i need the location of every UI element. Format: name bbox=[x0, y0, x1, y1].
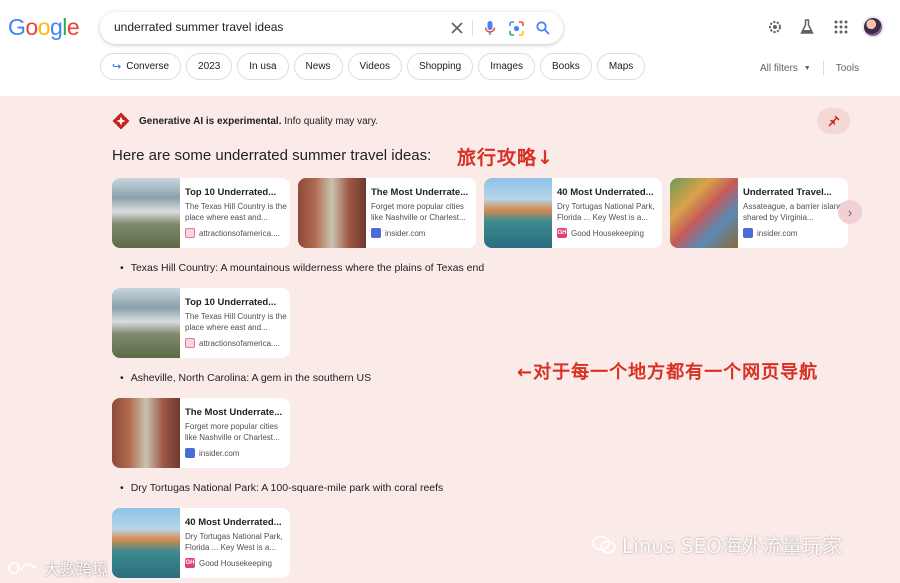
card-snippet: Assateague, a barrier island shared by V… bbox=[743, 202, 843, 222]
ai-notice-text: Info quality may vary. bbox=[284, 115, 379, 127]
card-title[interactable]: The Most Underrate... bbox=[371, 187, 471, 198]
microphone-icon[interactable] bbox=[480, 18, 500, 38]
site-favicon bbox=[185, 448, 195, 458]
thumbnail-street bbox=[112, 398, 180, 468]
source-card-good-housekeeping-inline[interactable]: 40 Most Underrated... Dry Tortugas Natio… bbox=[112, 508, 290, 578]
search-input[interactable]: underrated summer travel ideas bbox=[114, 20, 283, 34]
divider bbox=[472, 20, 473, 36]
card-title[interactable]: Top 10 Underrated... bbox=[185, 297, 285, 308]
wechat-icon bbox=[592, 535, 616, 553]
chevron-right-icon: › bbox=[847, 204, 853, 220]
list-item: Asheville, North Carolina: A gem in the … bbox=[120, 372, 371, 384]
card-source: GH Good Housekeeping bbox=[185, 558, 272, 568]
gear-icon[interactable] bbox=[765, 17, 785, 37]
card-title[interactable]: The Most Underrate... bbox=[185, 407, 285, 418]
pin-icon bbox=[828, 115, 839, 127]
chip-books[interactable]: Books bbox=[540, 53, 592, 80]
pin-button[interactable] bbox=[817, 108, 850, 134]
thumbnail-street bbox=[298, 178, 366, 248]
thumbnail-waterfront bbox=[112, 508, 180, 578]
site-favicon: GH bbox=[185, 558, 195, 568]
divider bbox=[822, 61, 824, 75]
search-box[interactable]: underrated summer travel ideas bbox=[100, 12, 563, 44]
return-arrow-icon: ↪ bbox=[112, 61, 122, 73]
card-source: attractionsofamerica.... bbox=[185, 338, 287, 348]
site-favicon bbox=[185, 228, 195, 238]
ai-notice-bold: Generative AI is experimental. bbox=[139, 115, 282, 127]
card-snippet: Forget more popular cities like Nashvill… bbox=[185, 422, 280, 442]
caret-down-icon[interactable]: ▼ bbox=[804, 65, 811, 72]
card-snippet: Dry Tortugas National Park, Florida ... … bbox=[557, 202, 655, 222]
ai-heading: Here are some underrated summer travel i… bbox=[112, 147, 432, 164]
card-title[interactable]: 40 Most Underrated... bbox=[185, 517, 285, 528]
annotation-travel-guide: 旅行攻略↓ bbox=[457, 147, 554, 169]
card-snippet: Forget more popular cities like Nashvill… bbox=[371, 202, 466, 222]
site-favicon bbox=[185, 338, 195, 348]
card-source: insider.com bbox=[371, 228, 473, 238]
tools-button[interactable]: Tools bbox=[836, 63, 859, 74]
site-favicon bbox=[371, 228, 381, 238]
chip-shopping[interactable]: Shopping bbox=[406, 53, 474, 80]
card-title[interactable]: 40 Most Underrated... bbox=[557, 187, 657, 198]
watermark-wechat: Linus SEO海外流量玩家 bbox=[592, 530, 842, 559]
card-title[interactable]: Underrated Travel... bbox=[743, 187, 843, 198]
list-item: Texas Hill Country: A mountainous wilder… bbox=[120, 262, 485, 274]
source-card-insider-1[interactable]: The Most Underrate... Forget more popula… bbox=[298, 178, 476, 248]
apps-grid-icon[interactable] bbox=[831, 17, 851, 37]
chip-images[interactable]: Images bbox=[478, 53, 536, 80]
source-card-insider-2[interactable]: Underrated Travel... Assateague, a barri… bbox=[670, 178, 848, 248]
thumbnail-waterfall bbox=[112, 288, 180, 358]
card-source: insider.com bbox=[185, 448, 287, 458]
card-snippet: The Texas Hill Country is the place wher… bbox=[185, 202, 287, 222]
filters-bar: All filters ▼ Tools bbox=[760, 61, 859, 75]
chip-2023[interactable]: 2023 bbox=[186, 53, 233, 80]
source-card-texas-inline[interactable]: Top 10 Underrated... The Texas Hill Coun… bbox=[112, 288, 290, 358]
source-card-texas[interactable]: Top 10 Underrated... The Texas Hill Coun… bbox=[112, 178, 290, 248]
card-snippet: The Texas Hill Country is the place wher… bbox=[185, 312, 287, 332]
all-filters-button[interactable]: All filters bbox=[760, 63, 798, 74]
watermark-brand: 大數跨境 bbox=[8, 556, 108, 580]
source-card-good-housekeeping[interactable]: 40 Most Underrated... Dry Tortugas Natio… bbox=[484, 178, 662, 248]
search-chips: ↪ Converse 2023 In usa News Videos Shoppi… bbox=[100, 53, 646, 81]
site-favicon bbox=[743, 228, 753, 238]
chip-maps[interactable]: Maps bbox=[596, 53, 646, 80]
search-icon[interactable] bbox=[533, 18, 553, 38]
chip-in-usa[interactable]: In usa bbox=[237, 53, 289, 80]
card-source: GH Good Housekeeping bbox=[557, 228, 644, 238]
site-favicon: GH bbox=[557, 228, 567, 238]
clear-icon[interactable] bbox=[447, 18, 467, 38]
carousel-next-button[interactable]: › bbox=[838, 200, 862, 224]
labs-flask-icon[interactable] bbox=[797, 17, 817, 37]
chip-news[interactable]: News bbox=[293, 53, 343, 80]
card-snippet: Dry Tortugas National Park, Florida ... … bbox=[185, 532, 283, 552]
ai-sparkle-icon bbox=[112, 112, 130, 130]
google-logo[interactable]: Google bbox=[8, 14, 80, 41]
thumbnail-waterfront bbox=[484, 178, 552, 248]
card-title[interactable]: Top 10 Underrated... bbox=[185, 187, 285, 198]
thumbnail-mural bbox=[670, 178, 738, 248]
avatar[interactable] bbox=[862, 16, 884, 38]
ai-experimental-notice: Generative AI is experimental. Info qual… bbox=[112, 112, 378, 130]
card-source: insider.com bbox=[743, 228, 845, 238]
chip-videos[interactable]: Videos bbox=[347, 53, 402, 80]
thumbnail-waterfall bbox=[112, 178, 180, 248]
list-item: Dry Tortugas National Park: A 100-square… bbox=[120, 482, 444, 494]
header: Google underrated summer travel ideas ↪ C… bbox=[0, 0, 900, 96]
lens-icon[interactable] bbox=[506, 18, 526, 38]
chip-converse[interactable]: ↪ Converse bbox=[100, 53, 182, 80]
card-source: attractionsofamerica.... bbox=[185, 228, 287, 238]
source-card-insider-inline[interactable]: The Most Underrate... Forget more popula… bbox=[112, 398, 290, 468]
brand-logo-icon bbox=[8, 562, 36, 574]
annotation-page-navigation: ←对于每一个地方都有一个网页导航 bbox=[517, 362, 819, 383]
